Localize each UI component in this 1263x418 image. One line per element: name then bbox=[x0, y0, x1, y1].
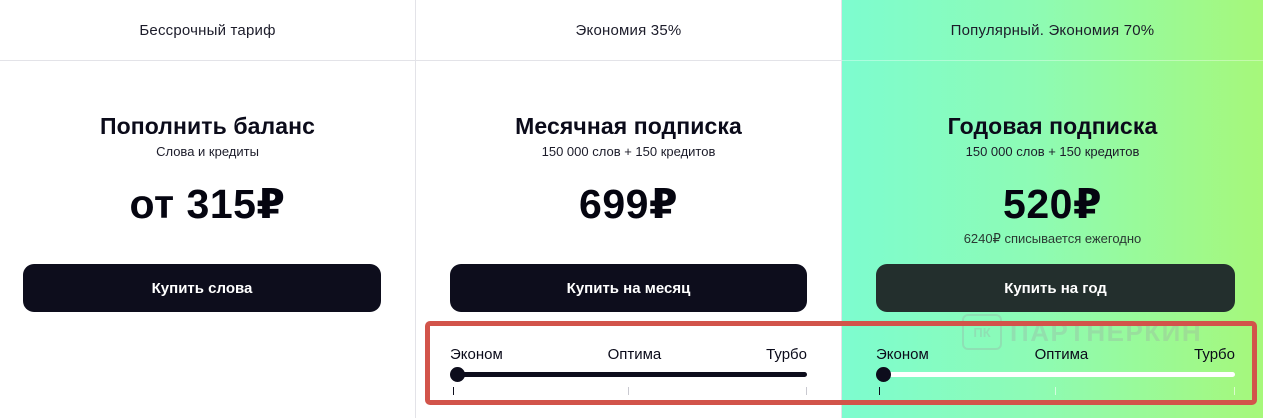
tier-label-turbo[interactable]: Турбо bbox=[766, 346, 807, 363]
plan-subtitle: 150 000 слов + 150 кредитов bbox=[541, 144, 716, 159]
plan-tag: Популярный. Экономия 70% bbox=[842, 0, 1263, 61]
tier-label-econom[interactable]: Эконом bbox=[450, 346, 503, 363]
tier-tick bbox=[453, 387, 454, 395]
buy-words-button[interactable]: Купить слова bbox=[23, 264, 381, 312]
plan-title: Годовая подписка bbox=[947, 113, 1158, 139]
buy-yearly-button[interactable]: Купить на год bbox=[876, 264, 1235, 312]
tier-slider-labels: Эконом Оптима Турбо bbox=[876, 346, 1235, 363]
tier-label-turbo[interactable]: Турбо bbox=[1194, 346, 1235, 363]
plan-card-yearly: Популярный. Экономия 70% Годовая подписк… bbox=[842, 0, 1263, 418]
pricing-grid: Бессрочный тариф Пополнить баланс Слова … bbox=[0, 0, 1263, 418]
plan-tag: Экономия 35% bbox=[416, 0, 841, 61]
plan-price: от 315₽ bbox=[129, 181, 286, 227]
plan-card-balance: Бессрочный тариф Пополнить баланс Слова … bbox=[0, 0, 416, 418]
tier-label-optima[interactable]: Оптима bbox=[608, 346, 662, 363]
tier-tick bbox=[628, 387, 629, 395]
tier-label-econom[interactable]: Эконом bbox=[876, 346, 929, 363]
tier-tick bbox=[879, 387, 880, 395]
tier-slider-track[interactable] bbox=[453, 372, 807, 377]
plan-subtitle: Слова и кредиты bbox=[156, 144, 259, 159]
plan-price: 520₽ bbox=[1003, 181, 1102, 227]
tier-label-optima[interactable]: Оптима bbox=[1035, 346, 1089, 363]
plan-title: Пополнить баланс bbox=[99, 113, 316, 139]
tier-tick bbox=[1055, 387, 1056, 395]
tier-tick bbox=[806, 387, 807, 395]
tier-slider-thumb[interactable] bbox=[450, 367, 465, 382]
plan-title: Месячная подписка bbox=[515, 113, 742, 139]
plan-subtitle: 150 000 слов + 150 кредитов bbox=[965, 144, 1140, 159]
plan-card-monthly: Экономия 35% Месячная подписка 150 000 с… bbox=[416, 0, 842, 418]
tier-slider-labels: Эконом Оптима Турбо bbox=[450, 346, 807, 363]
plan-tag: Бессрочный тариф bbox=[0, 0, 415, 61]
buy-monthly-button[interactable]: Купить на месяц bbox=[450, 264, 807, 312]
billing-note: 6240₽ списывается ежегодно bbox=[963, 231, 1142, 246]
plan-price: 699₽ bbox=[579, 181, 678, 227]
tier-slider-thumb[interactable] bbox=[876, 367, 891, 382]
tier-slider-track[interactable] bbox=[879, 372, 1235, 377]
tier-tick bbox=[1234, 387, 1235, 395]
